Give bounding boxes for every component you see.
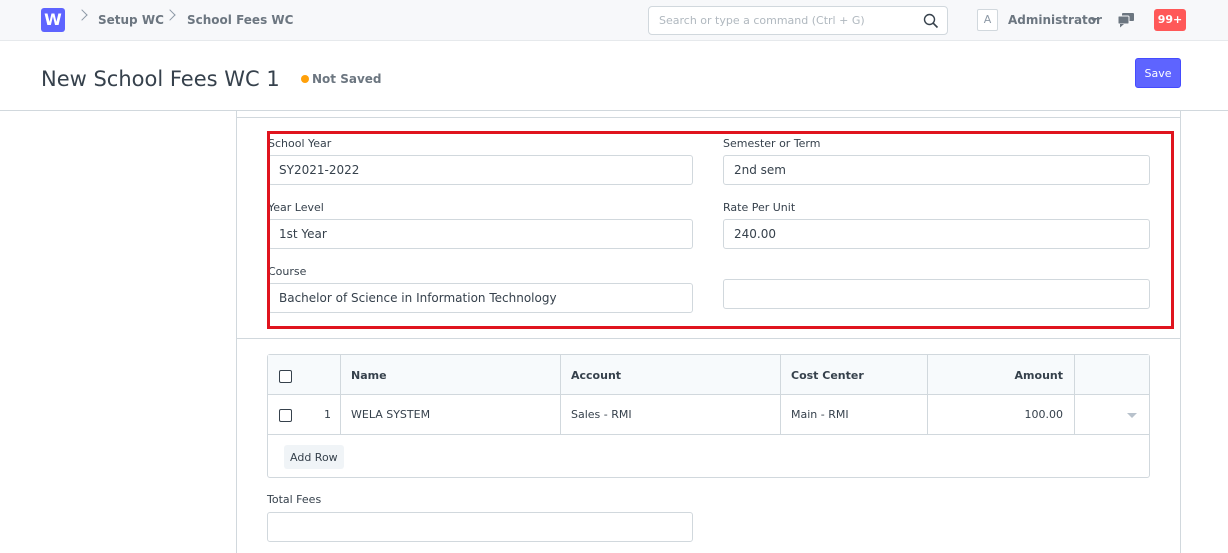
column-header-account[interactable]: Account: [571, 369, 621, 382]
cell-name[interactable]: WELA SYSTEM: [351, 408, 430, 421]
table-row[interactable]: 1 WELA SYSTEM Sales - RMI Main - RMI 100…: [268, 395, 1149, 435]
cell-account[interactable]: Sales - RMI: [571, 408, 632, 421]
breadcrumb-setup-wc[interactable]: Setup WC: [98, 13, 164, 27]
user-menu[interactable]: Administrator: [1008, 13, 1102, 27]
page-head: New School Fees WC 1 Not Saved Save: [0, 41, 1228, 111]
table-header: Name Account Cost Center Amount: [268, 355, 1149, 395]
column-header-cost-center[interactable]: Cost Center: [791, 369, 864, 382]
cell-amount[interactable]: 100.00: [1025, 408, 1064, 421]
column-divider: [780, 355, 781, 435]
total-fees-input[interactable]: [267, 512, 693, 542]
section-divider: [236, 338, 1181, 339]
status-badge: Not Saved: [312, 72, 382, 86]
cell-cost-center[interactable]: Main - RMI: [791, 408, 849, 421]
status-indicator: [301, 75, 309, 83]
navbar: W Setup WC School Fees WC A Administrato…: [0, 0, 1228, 41]
breadcrumb-school-fees-wc[interactable]: School Fees WC: [187, 13, 293, 27]
fees-table: Name Account Cost Center Amount 1 WELA S…: [267, 354, 1150, 478]
column-divider: [1074, 355, 1075, 435]
column-divider: [560, 355, 561, 435]
save-button[interactable]: Save: [1135, 58, 1181, 88]
row-index: 1: [324, 408, 331, 421]
select-all-checkbox[interactable]: [279, 370, 292, 383]
column-header-amount[interactable]: Amount: [1015, 369, 1063, 382]
avatar[interactable]: A: [977, 9, 998, 31]
highlight-box: [267, 131, 1174, 329]
page-title: New School Fees WC 1: [41, 67, 280, 91]
chat-icon[interactable]: [1117, 12, 1135, 28]
search-input[interactable]: [649, 7, 914, 34]
row-checkbox[interactable]: [279, 409, 292, 422]
total-fees-label: Total Fees: [267, 493, 322, 506]
caret-down-icon[interactable]: [1090, 18, 1098, 22]
add-row-button[interactable]: Add Row: [284, 445, 344, 469]
column-divider: [927, 355, 928, 435]
notification-badge[interactable]: 99+: [1154, 9, 1186, 31]
app-logo[interactable]: W: [41, 8, 65, 32]
row-edit-caret-icon[interactable]: [1127, 413, 1137, 418]
search-icon[interactable]: [923, 13, 939, 29]
column-divider: [340, 355, 341, 435]
chevron-right-icon: [76, 9, 88, 21]
section-divider: [236, 117, 1181, 118]
chevron-right-icon: [164, 9, 176, 21]
column-header-name[interactable]: Name: [351, 369, 387, 382]
search-bar: [648, 6, 948, 35]
